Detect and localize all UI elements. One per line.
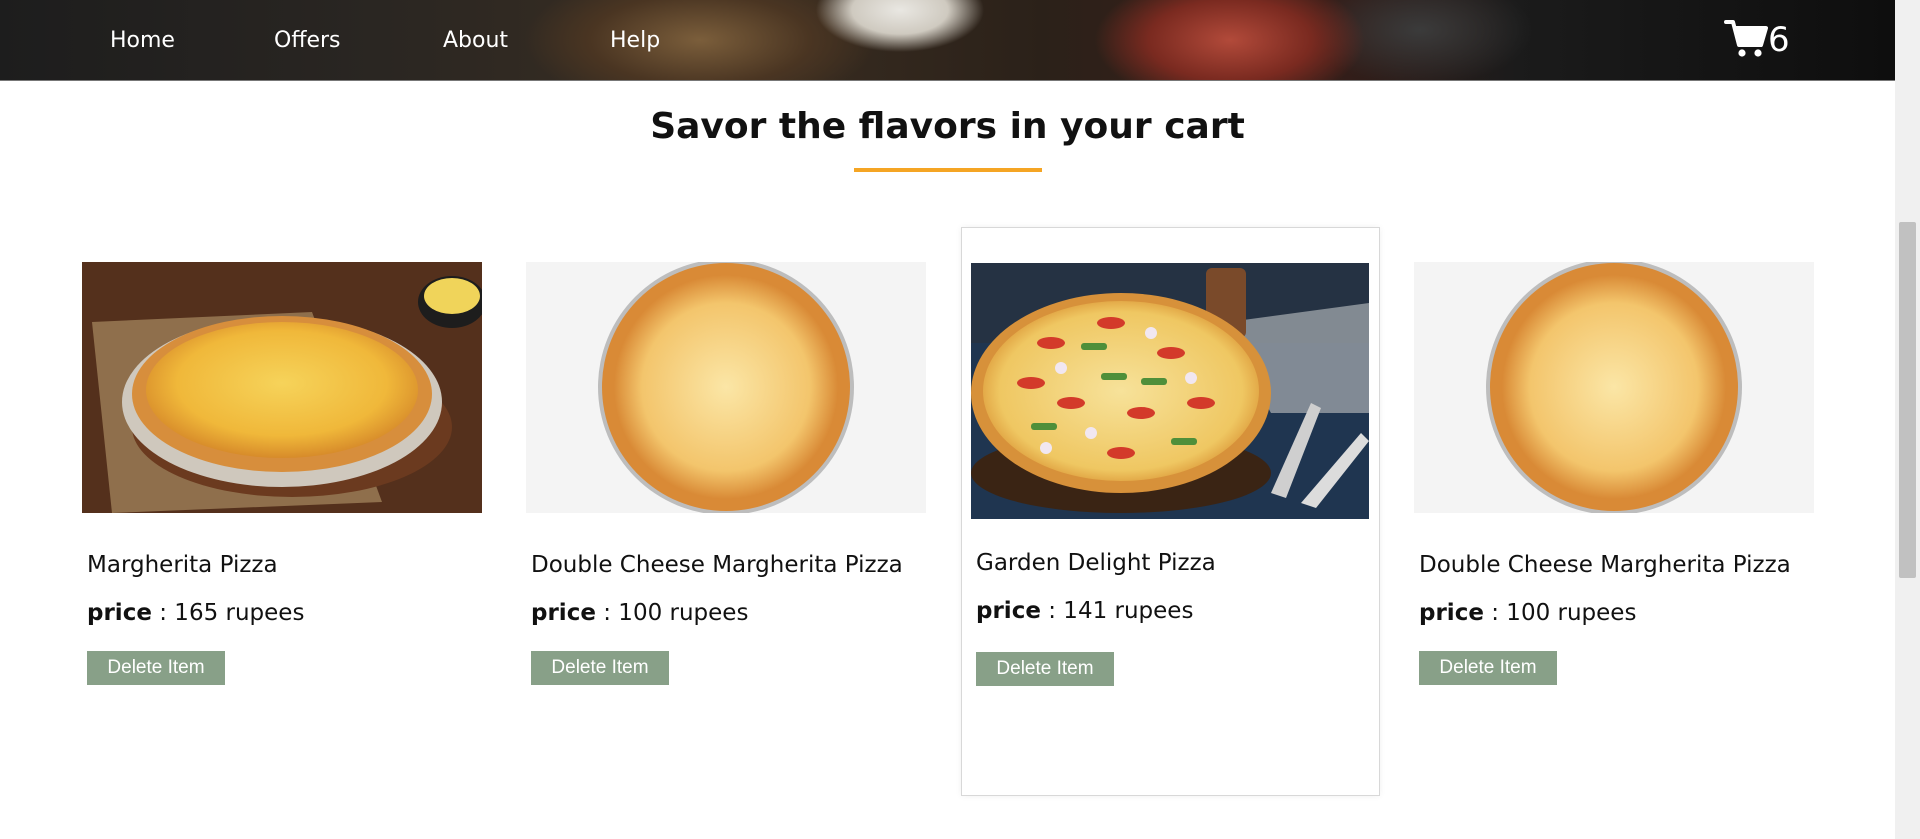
cart-count-badge: 6 bbox=[1768, 20, 1790, 60]
nav-link-about[interactable]: About bbox=[443, 28, 508, 53]
margherita-pizza-image bbox=[82, 262, 482, 513]
pizza-image bbox=[1414, 262, 1814, 513]
top-navbar: Home Offers About Help 6 bbox=[0, 0, 1895, 81]
item-name: Double Cheese Margherita Pizza bbox=[1419, 552, 1791, 578]
item-price: price : 100 rupees bbox=[1419, 600, 1636, 626]
delete-item-button[interactable]: Delete Item bbox=[87, 651, 225, 685]
cart-button[interactable] bbox=[1724, 18, 1768, 58]
item-name: Double Cheese Margherita Pizza bbox=[531, 552, 903, 578]
scrollbar-thumb[interactable] bbox=[1899, 222, 1916, 578]
item-price: price : 165 rupees bbox=[87, 600, 304, 626]
pizza-image bbox=[82, 262, 482, 513]
double-cheese-pizza-image bbox=[1414, 262, 1814, 513]
price-value: : 100 rupees bbox=[1491, 600, 1637, 626]
item-price: price : 141 rupees bbox=[976, 598, 1193, 624]
pizza-image bbox=[971, 263, 1369, 519]
vertical-scrollbar[interactable] bbox=[1895, 0, 1920, 839]
delete-item-button[interactable]: Delete Item bbox=[1419, 651, 1557, 685]
price-label: price bbox=[1419, 600, 1484, 626]
price-label: price bbox=[976, 598, 1041, 624]
nav-link-home[interactable]: Home bbox=[110, 28, 175, 53]
cart-item-card: Margherita Pizza price : 165 rupees Dele… bbox=[82, 262, 482, 712]
price-value: : 100 rupees bbox=[603, 600, 749, 626]
price-label: price bbox=[531, 600, 596, 626]
shopping-cart-icon[interactable] bbox=[1724, 18, 1768, 58]
garden-delight-pizza-image bbox=[971, 263, 1369, 519]
cart-item-card: Double Cheese Margherita Pizza price : 1… bbox=[526, 262, 926, 712]
item-price: price : 100 rupees bbox=[531, 600, 748, 626]
page-title: Savor the flavors in your cart bbox=[650, 106, 1245, 147]
delete-item-button[interactable]: Delete Item bbox=[531, 651, 669, 685]
item-name: Garden Delight Pizza bbox=[976, 550, 1216, 576]
price-value: : 165 rupees bbox=[159, 600, 305, 626]
price-value: : 141 rupees bbox=[1048, 598, 1194, 624]
double-cheese-pizza-image bbox=[526, 262, 926, 513]
item-name: Margherita Pizza bbox=[87, 552, 278, 578]
cart-item-card: Garden Delight Pizza price : 141 rupees … bbox=[961, 227, 1380, 796]
pizza-image bbox=[526, 262, 926, 513]
nav-link-help[interactable]: Help bbox=[610, 28, 660, 53]
price-label: price bbox=[87, 600, 152, 626]
nav-link-offers[interactable]: Offers bbox=[274, 28, 341, 53]
title-underline bbox=[854, 168, 1042, 172]
cart-item-card: Double Cheese Margherita Pizza price : 1… bbox=[1414, 262, 1814, 712]
delete-item-button[interactable]: Delete Item bbox=[976, 652, 1114, 686]
